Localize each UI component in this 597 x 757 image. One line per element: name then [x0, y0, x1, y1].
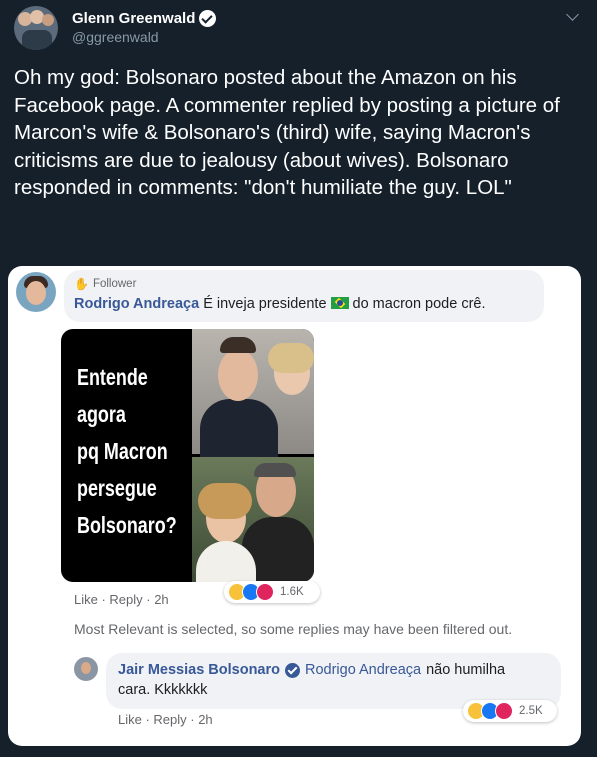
reply-author: Jair Messias Bolsonaro: [118, 662, 280, 678]
follower-badge: ✋ Follower: [74, 277, 136, 291]
comment-actions[interactable]: Like · Reply · 2h: [74, 592, 169, 607]
chevron-down-icon[interactable]: [566, 8, 579, 21]
comment-author: Rodrigo Andreaça: [74, 296, 200, 312]
follower-label: Follower: [92, 278, 137, 290]
wave-icon: ✋: [74, 277, 89, 291]
display-name[interactable]: Glenn Greenwald: [72, 10, 217, 27]
reply-text-line2: cara. Kkkkkkk: [118, 682, 208, 698]
photo-macron: [192, 329, 314, 459]
handle[interactable]: @ggreenwald: [72, 29, 159, 45]
reply-mention: Rodrigo Andreaça: [305, 662, 422, 678]
display-name-text[interactable]: Glenn Greenwald: [72, 10, 195, 27]
reply-text-line1: não humilha: [426, 662, 506, 678]
reply-text: Jair Messias Bolsonaro Rodrigo Andreaça …: [118, 662, 505, 678]
reply-actions[interactable]: Like · Reply · 2h: [118, 712, 213, 727]
comment-text: Rodrigo Andreaça É inveja presidente do m…: [74, 296, 486, 312]
verified-icon: [199, 10, 217, 27]
comment-text-part1: É inveja presidente: [203, 296, 327, 312]
embedded-image[interactable]: ✋ Follower Rodrigo Andreaça É inveja pre…: [8, 266, 581, 746]
meme-image: Entende agora pq Macron persegue Bolsona…: [61, 329, 314, 582]
tweet-text: Oh my god: Bolsonaro posted about the Am…: [14, 66, 566, 200]
angry-reaction-icon: [256, 583, 274, 601]
avatar[interactable]: [14, 6, 58, 50]
verified-icon: [285, 662, 300, 678]
angry-reaction-icon: [495, 702, 513, 720]
avatar: [74, 657, 98, 681]
reactions[interactable]: 1.6K: [224, 581, 320, 603]
reactions[interactable]: 2.5K: [463, 700, 557, 722]
reaction-count: 2.5K: [519, 705, 543, 717]
photo-bolsonaro: [192, 457, 314, 582]
meme-text: Entende agora pq Macron persegue Bolsona…: [77, 364, 177, 538]
filter-note: Most Relevant is selected, so some repli…: [74, 621, 513, 637]
comment-text-part2: do macron pode crê.: [352, 296, 486, 312]
tweet-header: Glenn Greenwald @ggreenwald: [14, 6, 583, 50]
avatar: [16, 272, 56, 312]
brazil-flag-icon: [330, 297, 349, 309]
reaction-count: 1.6K: [280, 586, 304, 598]
